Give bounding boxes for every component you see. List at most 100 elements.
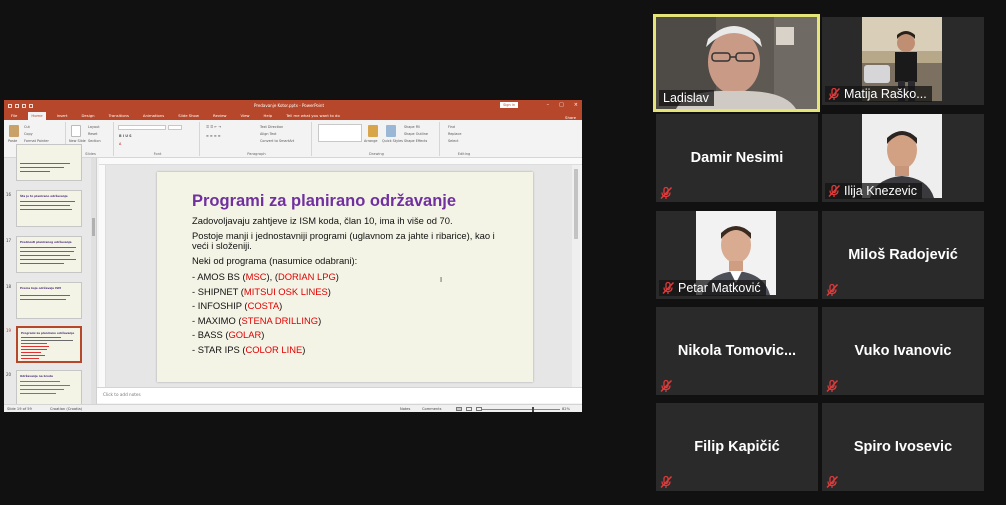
participant-name: Damir Nesimi [690,150,784,166]
new-slide-icon[interactable] [71,125,81,137]
meeting-stage: Predavanje Kotor.pptx - PowerPoint Sign … [0,0,1006,505]
participant-tile-damir[interactable]: Damir Nesimi [656,114,818,202]
save-icon[interactable] [8,103,12,108]
font-color-icon[interactable]: A [119,142,121,146]
sign-in-button[interactable]: Sign in [500,102,518,108]
tab-review[interactable]: Review [210,112,230,120]
muted-mic-icon [659,185,673,200]
shape-effects-button[interactable]: Shape Effects [404,139,427,143]
program-list-item: - BASS (GOLAR) [192,329,265,341]
shape-outline-button[interactable]: Shape Outline [404,132,428,136]
undo-icon[interactable] [15,103,19,108]
tab-view[interactable]: View [238,112,253,120]
zoom-slider[interactable] [482,407,560,412]
arrange-icon[interactable] [368,125,378,137]
zoom-level[interactable]: 82% [562,407,570,411]
select-button[interactable]: Select [448,139,458,143]
format-painter-button[interactable]: Format Painter [24,139,49,143]
slide-title[interactable]: Programi za planirano održavanje [192,192,456,211]
program-list-item: - MAXIMO (STENA DRILLING) [192,314,322,326]
participant-tile-spiro[interactable]: Spiro Ivosevic [822,403,984,491]
tab-transitions[interactable]: Transitions [106,112,132,120]
program-list-item: - SHIPNET (MITSUI OSK LINES) [192,285,331,297]
replace-button[interactable]: Replace [448,132,461,136]
tab-help[interactable]: Help [261,112,276,120]
participant-tile-petar[interactable]: Petar Matković [656,211,818,299]
thumbnails-scroll-knob[interactable] [92,218,95,236]
tell-me-search[interactable]: Tell me what you want to do [283,112,343,120]
font-name-input[interactable] [118,125,166,130]
participant-tile-nikola[interactable]: Nikola Tomovic... [656,307,818,395]
muted-mic-icon [661,281,675,295]
participant-tile-milos[interactable]: Miloš Radojević [822,211,984,299]
notes-pane[interactable]: Click to add notes [97,387,582,403]
copy-button[interactable]: Copy [24,132,33,136]
arrange-button[interactable]: Arrange [364,139,378,143]
zoom-slider-knob[interactable] [532,407,534,412]
muted-mic-icon [825,474,839,489]
notes-placeholder: Click to add notes [103,392,141,397]
minimize-icon[interactable]: – [547,102,550,108]
present-icon[interactable] [29,103,33,108]
normal-view-icon[interactable] [456,407,462,411]
new-slide-button[interactable]: New Slide [69,139,86,143]
shape-fill-button[interactable]: Shape Fill [404,125,420,129]
participant-tile-matija[interactable]: Matija Raško... [822,17,984,105]
layout-button[interactable]: Layout [88,125,100,129]
paste-icon[interactable] [9,125,19,137]
tab-home[interactable]: Home [28,112,46,120]
comments-button[interactable]: Comments [422,407,441,411]
slide-thumbnail-16[interactable]: 16 Šta je to planirano održavanje [4,190,94,230]
slide-body-text[interactable]: Zadovoljavaju zahtjeve iz ISM koda, član… [192,215,508,360]
slide-thumbnail[interactable] [4,144,94,184]
slide-thumbnails-pane[interactable]: 16 Šta je to planirano održavanje 17 Pre… [4,144,97,407]
status-bar: Slide 19 of 59 Croatian (Croatia) Notes … [4,404,582,412]
participant-tile-ladislav[interactable]: Ladislav [653,14,820,112]
participant-tile-vuko[interactable]: Vuko Ivanovic [822,307,984,395]
vertical-ruler [99,165,106,387]
current-slide[interactable]: Programi za planirano održavanje Zadovol… [157,172,533,382]
shapes-gallery[interactable] [318,124,362,142]
slide-thumbnail-17[interactable]: 17 Prednosti planiranog održavanja [4,236,94,276]
redo-icon[interactable] [22,103,26,108]
slide-vertical-scrollbar[interactable] [572,165,580,387]
tab-insert[interactable]: Insert [54,112,71,120]
slide-editing-area[interactable]: Programi za planirano održavanje Zadovol… [106,165,580,387]
section-button[interactable]: Section [88,139,101,143]
align-icon[interactable]: ≡ ≡ ≡ ≡ [206,134,221,138]
convert-smartart-button[interactable]: Convert to SmartArt [260,139,294,143]
tab-slide-show[interactable]: Slide Show [175,112,202,120]
tab-design[interactable]: Design [78,112,97,120]
slide-sorter-icon[interactable] [466,407,472,411]
quick-styles-icon[interactable] [386,125,396,137]
slide-thumbnail-18[interactable]: 18 Prema koje održavaju ISM [4,282,94,322]
bullets-icon[interactable]: ☰ ☰ ⇤ ⇥ [206,125,221,129]
bold-icon[interactable]: B I U S [119,134,132,138]
font-size-input[interactable] [168,125,182,130]
find-button[interactable]: Find [448,125,455,129]
close-icon[interactable]: × [574,102,578,108]
maximize-icon[interactable]: □ [559,102,564,108]
thumbnails-scrollbar[interactable] [91,158,96,404]
slide-thumbnail-19-selected[interactable]: 19 Programi za planirano održavanje [4,326,94,366]
slide-paragraph-1: Zadovoljavaju zahtjeve iz ISM koda, član… [192,215,453,226]
reset-button[interactable]: Reset [88,132,97,136]
tab-animations[interactable]: Animations [140,112,167,120]
notes-button[interactable]: Notes [400,407,410,411]
group-paragraph: ☰ ☰ ⇤ ⇥ ≡ ≡ ≡ ≡ Text Direction Align Tex… [202,122,312,156]
align-text-button[interactable]: Align Text [260,132,276,136]
paste-button[interactable]: Paste [8,139,17,143]
group-drawing: Arrange Quick Styles Shape Fill Shape Ou… [314,122,440,156]
cut-button[interactable]: Cut [24,125,30,129]
slide-counter: Slide 19 of 59 [7,407,32,411]
tab-file[interactable]: File [8,112,20,120]
quick-styles-button[interactable]: Quick Styles [382,139,403,143]
text-direction-button[interactable]: Text Direction [260,125,283,129]
language-indicator[interactable]: Croatian (Croatia) [50,407,82,411]
participant-tile-ilija[interactable]: Ilija Knezevic [822,114,984,202]
participant-name: Vuko Ivanovic [854,343,952,359]
participant-tile-filip[interactable]: Filip Kapičić [656,403,818,491]
participant-name-label: Matija Raško... [825,86,932,102]
slide-scroll-knob[interactable] [574,169,578,239]
window-title: Predavanje Kotor.pptx - PowerPoint [254,103,325,108]
